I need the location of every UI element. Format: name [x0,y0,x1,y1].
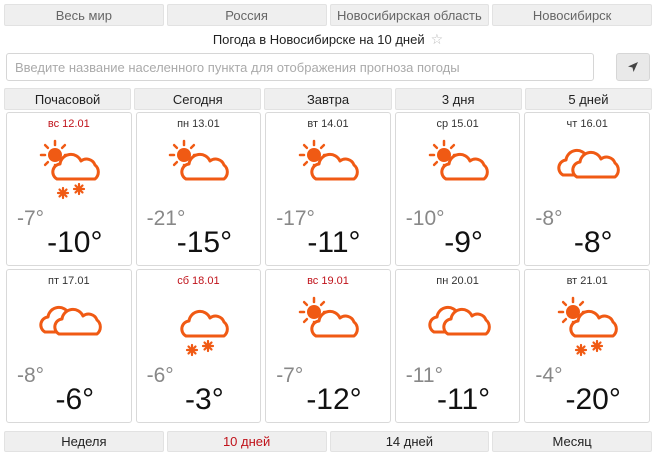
nav-city[interactable]: Новосибирск [492,4,652,26]
tab-14-days[interactable]: 14 дней [329,431,490,452]
cloud-snow-icon [162,292,234,364]
forecast-grid: вс 12.01 -7° -10° пн 13.01 -21° -15° вт 14.01-… [6,112,650,423]
star-icon[interactable]: ☆ [431,31,444,47]
day-date: пт 17.01 [48,275,90,287]
sun-cloud-snow-icon [551,292,623,364]
sun-cloud-icon [292,135,364,207]
cloudy-icon [551,135,623,207]
locate-button[interactable] [616,53,650,81]
tab-week[interactable]: Неделя [4,431,164,452]
tab-month[interactable]: Месяц [492,431,652,452]
location-arrow-icon [628,62,638,72]
forecast-day-card[interactable]: вт 21.01 -4° -20° [524,269,650,423]
tab-hourly[interactable]: Почасовой [4,88,132,110]
region-breadcrumb-nav: Весь мир Россия Новосибирская область Но… [4,4,652,26]
period-tabs: Почасовой Сегодня Завтра 3 дня 5 дней [4,88,653,110]
day-date: ср 15.01 [436,118,479,130]
day-date: вт 14.01 [307,118,349,130]
temp-max: -15° [176,226,233,259]
temp-max: -12° [306,383,362,416]
temp-max: -9° [444,226,483,259]
sun-cloud-icon [422,135,494,207]
day-date: сб 18.01 [177,275,220,287]
nav-world[interactable]: Весь мир [4,4,164,26]
day-date: вс 19.01 [307,275,349,287]
temp-max: -20° [565,383,621,416]
forecast-day-card[interactable]: вс 12.01 -7° -10° [6,112,132,266]
page-title-row: Погода в Новосибирске на 10 дней ☆ [0,31,656,51]
temp-max: -11° [437,383,491,416]
temp-max: -11° [307,226,361,259]
forecast-day-card[interactable]: вс 19.01 -7° -12° [265,269,391,423]
tab-10-days[interactable]: 10 дней [166,431,327,452]
forecast-day-card[interactable]: сб 18.01 -6° -3° [135,269,262,423]
day-date: чт 16.01 [566,118,608,130]
tab-tomorrow[interactable]: Завтра [264,88,392,110]
forecast-day-card[interactable]: вт 14.01 -17° -11° [265,112,391,266]
forecast-day-card[interactable]: пт 17.01 -8° -6° [6,269,132,423]
forecast-day-card[interactable]: ср 15.01 -10° -9° [394,112,521,266]
tab-today[interactable]: Сегодня [134,88,262,110]
search-input[interactable] [6,53,594,81]
forecast-day-card[interactable]: чт 16.01 -8° -8° [524,112,650,266]
sun-cloud-snow-icon [33,135,105,207]
forecast-day-card[interactable]: пн 13.01 -21° -15° [135,112,262,266]
temp-max: -10° [47,226,103,259]
cloudy-icon [422,292,494,364]
tab-5-days[interactable]: 5 дней [524,88,653,110]
temp-max: -3° [185,383,224,416]
temp-max: -6° [55,383,95,416]
range-tabs: Неделя 10 дней 14 дней Месяц [4,431,652,452]
day-date: пн 20.01 [436,275,479,287]
nav-russia[interactable]: Россия [166,4,327,26]
cloudy-icon [33,292,105,364]
day-date: вт 21.01 [566,275,608,287]
forecast-day-card[interactable]: пн 20.01 -11° -11° [394,269,521,423]
sun-cloud-icon [292,292,364,364]
nav-region[interactable]: Новосибирская область [329,4,490,26]
day-date: пн 13.01 [177,118,220,130]
search-row [6,53,650,83]
page-title: Погода в Новосибирске на 10 дней [212,32,425,47]
temp-max: -8° [573,226,613,259]
day-date: вс 12.01 [47,118,90,130]
tab-3-days[interactable]: 3 дня [394,88,522,110]
sun-cloud-icon [162,135,234,207]
